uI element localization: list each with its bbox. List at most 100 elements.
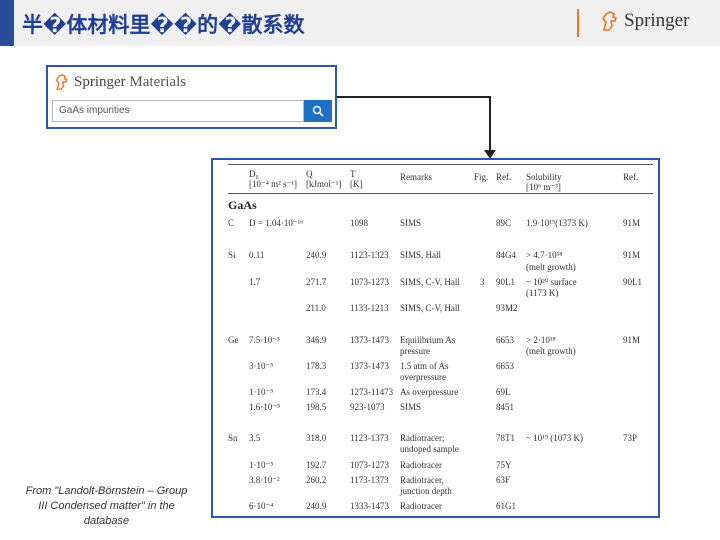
header-ref: Ref. xyxy=(496,172,512,182)
cell-t: 1073-1273 xyxy=(350,277,389,287)
springer-horse-icon xyxy=(601,11,618,31)
header-divider xyxy=(577,9,579,37)
cell-ref: 63F xyxy=(496,475,511,485)
cell-solubility: > 2·10¹⁸ xyxy=(526,335,556,345)
cell-remarks: Radiotracer xyxy=(400,501,442,511)
cell-d0: 1·10⁻⁵ xyxy=(249,460,274,470)
header-d0: D₀ xyxy=(249,169,259,179)
springer-horse-icon xyxy=(55,73,68,90)
slide-title: 半�体材料里��的�散系数 xyxy=(22,13,305,37)
cell-q: 271.7 xyxy=(306,277,327,287)
cell-t: 923-1073 xyxy=(350,402,385,412)
cell-ref: 89C xyxy=(496,218,512,228)
cell-t: 1133-1213 xyxy=(350,303,389,313)
cell-ref: 6653 xyxy=(496,335,514,345)
cell-ref: 8451 xyxy=(496,402,514,412)
cell-remarks: 1.5 atm of As xyxy=(400,361,449,371)
cell-remarks: SIMS, Hall xyxy=(400,250,442,260)
cell-t: 1273-11473 xyxy=(350,387,394,397)
cell-ref-2: 91M xyxy=(623,218,641,228)
cell-remarks: pressure xyxy=(400,346,430,356)
search-input[interactable]: GaAs impurities xyxy=(52,100,304,122)
cell-q: 318.0 xyxy=(306,433,327,443)
cell-d0: 1.6·10⁻⁵ xyxy=(249,402,281,412)
cell-ref-2: 90L1 xyxy=(623,277,642,287)
cell-remarks: Radiotracer, xyxy=(400,475,444,485)
cell-t: 1098 xyxy=(350,218,368,228)
cell-t: 1173-1373 xyxy=(350,475,389,485)
section-heading-gaas: GaAs xyxy=(228,198,257,212)
springer-materials-logo: Springer Materials xyxy=(54,73,186,91)
cell-ref: 75Y xyxy=(496,460,512,470)
cell-ref-2: 91M xyxy=(623,335,641,345)
cell-q: 211.0 xyxy=(306,303,326,313)
cell-remarks: SIMS xyxy=(400,218,422,228)
cell-q: 178.3 xyxy=(306,361,327,371)
cell-q: 192.7 xyxy=(306,460,327,470)
cell-remarks: SIMS xyxy=(400,402,422,412)
cell-ref: 78T1 xyxy=(496,433,515,443)
cell-remarks: junction depth xyxy=(400,486,452,496)
cell-remarks: As overpressure xyxy=(400,387,459,397)
cell-t: 1333-1473 xyxy=(350,501,389,511)
cell-d0: D = 1.04·10⁻¹⁶ xyxy=(249,218,304,228)
cell-remarks: undoped sample xyxy=(400,444,459,454)
source-caption: From "Landolt-Börnstein – Group III Cond… xyxy=(25,485,188,527)
springer-materials-search-panel: Springer Materials GaAs impurities xyxy=(46,65,337,129)
springer-logo: Springer xyxy=(600,10,689,32)
header-remarks: Remarks xyxy=(400,172,432,182)
cell-fig: 3 xyxy=(480,277,485,287)
cell-remarks: Equilibrium As xyxy=(400,335,456,345)
cell-t: 1373-1473 xyxy=(350,361,389,371)
cell-d0: 1·10⁻⁵ xyxy=(249,387,274,397)
cell-q: 240.9 xyxy=(306,250,327,260)
cell-solubility: (melt growth) xyxy=(526,346,576,356)
header-accent-bar xyxy=(0,0,14,46)
cell-element: Si xyxy=(228,250,236,260)
cell-element: C xyxy=(228,218,235,228)
cell-remarks: SIMS, C-V, Hall xyxy=(400,303,460,313)
header-t-unit: [K] xyxy=(350,179,363,189)
cell-d0: 0.11 xyxy=(249,250,265,260)
header-t: T xyxy=(350,169,356,179)
cell-element: Ge xyxy=(228,335,239,345)
cell-solubility: (melt growth) xyxy=(526,262,576,272)
cell-remarks: Radiotracer; xyxy=(400,433,445,443)
cell-t: 1123-1323 xyxy=(350,250,389,260)
cell-solubility: (1173 K) xyxy=(526,288,559,298)
cell-ref: 93M2 xyxy=(496,303,518,313)
cell-ref: 61G1 xyxy=(496,501,516,511)
cell-t: 1373-1473 xyxy=(350,335,389,345)
cell-element: Sn xyxy=(228,433,238,443)
cell-q: 260.2 xyxy=(306,475,327,485)
cell-ref: 84G4 xyxy=(496,250,516,260)
cell-ref-2: 91M xyxy=(623,250,641,260)
cell-d0: 7.5·10⁻³ xyxy=(249,335,280,345)
header-solubility: Solubility xyxy=(526,172,562,182)
cell-q: 173.4 xyxy=(306,387,327,397)
cell-q: 198.5 xyxy=(306,402,327,412)
diffusion-data-table: D₀ [10⁻⁴ m² s⁻¹] Q [kJmol⁻¹] T [K] Remar… xyxy=(211,158,660,518)
cell-remarks: SIMS, C-V, Hall xyxy=(400,277,460,287)
cell-q: 346.9 xyxy=(306,335,327,345)
search-icon xyxy=(312,105,324,117)
header-q: Q xyxy=(306,169,313,179)
cell-d0: 3.5 xyxy=(249,433,261,443)
cell-d0: 1.7 xyxy=(249,277,261,287)
wordmark-materials: Materials xyxy=(129,73,187,90)
header-solubility-unit: [10⁶ m⁻³] xyxy=(526,182,561,192)
slide-header: 半�体材料里��的�散系数 Springer xyxy=(0,0,720,46)
cell-solubility: > 4.7·10¹⁸ xyxy=(526,250,563,260)
cell-remarks: overpressure xyxy=(400,372,446,382)
springer-wordmark: Springer xyxy=(624,10,690,31)
header-ref-2: Ref. xyxy=(623,172,639,182)
cell-t: 1123-1373 xyxy=(350,433,389,443)
cell-ref: 69L xyxy=(496,387,511,397)
cell-ref-2: 73P xyxy=(623,433,638,443)
cell-solubility: ~ 10²⁰ surface xyxy=(526,277,577,287)
springer-materials-wordmark: Springer Materials xyxy=(74,74,186,91)
header-fig: Fig. xyxy=(474,172,489,182)
cell-solubility: ~ 10¹⁹ (1073 K) xyxy=(526,433,583,443)
cell-d0: 6·10⁻⁴ xyxy=(249,501,274,511)
search-button[interactable] xyxy=(304,100,332,122)
